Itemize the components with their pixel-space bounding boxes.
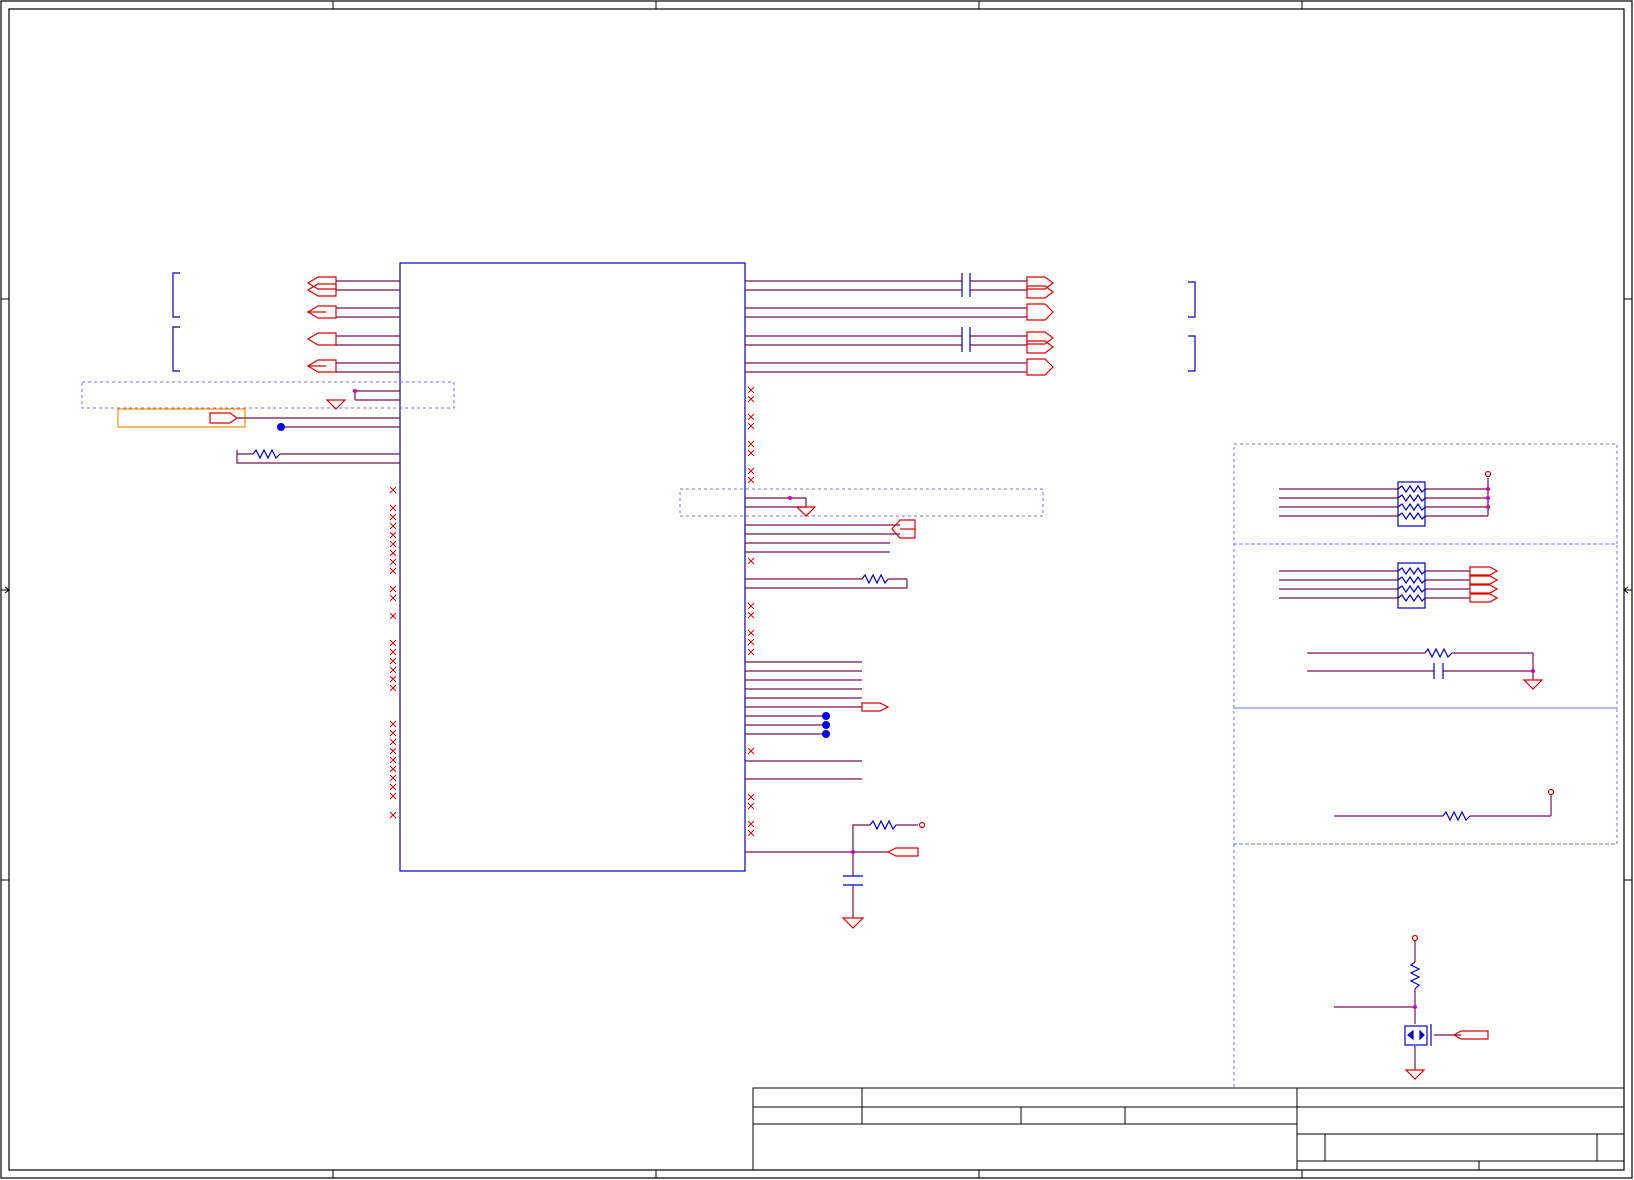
section-3 [1233,707,1618,845]
pin-stub [389,567,397,575]
pin-stub [389,612,397,620]
ports-section-2 [1469,566,1499,603]
right-pin-stubs [747,386,755,837]
left-resistor-wires [236,450,400,464]
gnd-wire-right [745,497,807,508]
mosfet [1404,1024,1432,1046]
pin-stub [747,557,755,565]
port-right-signal [861,702,890,712]
pin-stub [747,802,755,810]
junction [788,496,792,500]
pin-stub [389,558,397,566]
left-pin-stubs [389,486,397,819]
right-bracket-top [1188,281,1196,318]
right-signal-wires [745,524,918,910]
port-reset [886,847,919,857]
ground-symbol-reset [841,917,865,929]
left-diff-pairs [306,276,400,373]
pin-stub [389,648,397,656]
power-pin [1411,934,1419,942]
schematic-sheet [0,0,1634,1180]
test-point [822,721,830,729]
pin-stub [389,504,397,512]
pin-stub [389,774,397,782]
pin-stub [389,585,397,593]
ground-symbol-rc [1522,679,1544,690]
pin-stub [389,729,397,737]
right-dashed-group [679,488,1044,517]
left-bracket-top [172,272,180,318]
power-pin [1484,470,1492,478]
pin-stub [747,476,755,484]
left-bracket-bottom [172,326,180,372]
pin-stub [747,395,755,403]
power-pin [1547,788,1555,796]
pin-stub [389,792,397,800]
resistor-section-3 [1442,810,1471,822]
pin-stub [747,829,755,837]
resistor-left [252,448,281,460]
pin-stub [747,747,755,755]
pin-stub [389,783,397,791]
pin-stub [389,522,397,530]
right-bracket-bottom [1188,335,1196,372]
pin-stub [747,629,755,637]
pin-stub [389,747,397,755]
pin-stub [389,738,397,746]
pin-stub [389,684,397,692]
right-diff-pairs [745,273,1054,376]
capacitor-rc [1433,663,1444,679]
pin-stub [747,422,755,430]
junction [353,389,357,393]
pin-stub [747,386,755,394]
schematic-canvas [0,0,1633,1179]
left-dashed-group [81,381,455,409]
pin-stub [389,720,397,728]
pin-stub [389,639,397,647]
pin-stub [389,765,397,773]
pin-stub [747,820,755,828]
test-point-left [277,423,285,431]
resistor-rc [1424,647,1453,659]
pin-stub [389,594,397,602]
test-point [822,730,830,738]
main-ic-body [399,262,746,872]
pin-stub [747,440,755,448]
capacitor-reset [843,875,863,886]
pin-stub [389,811,397,819]
pin-stub [389,756,397,764]
pin-stub [389,675,397,683]
pin-stub [747,602,755,610]
pin-stub [747,449,755,457]
section-4 [1233,843,1617,1088]
title-block [752,1087,1625,1171]
pin-stub [389,540,397,548]
pin-stub [747,793,755,801]
junction [851,850,855,854]
resistor-pullup [869,819,897,831]
pin-stub [389,531,397,539]
port-left-orange [209,412,239,424]
pin-stub [389,486,397,494]
pin-stub [747,611,755,619]
orange-label-box [117,408,246,428]
power-pin [918,821,926,829]
resistor-pullup-mosfet [1409,961,1421,990]
ground-symbol-right [795,506,817,517]
resistor-right [861,573,889,585]
ground-symbol-mosfet [1404,1069,1426,1080]
pin-stub [389,657,397,665]
pin-stub [389,549,397,557]
pin-stub [747,467,755,475]
gnd-wire-left [354,390,400,401]
test-point [822,712,830,720]
pin-stub [747,648,755,656]
pin-stub [747,638,755,646]
pin-stub [389,666,397,674]
pin-stub [747,413,755,421]
pin-stub [389,513,397,521]
